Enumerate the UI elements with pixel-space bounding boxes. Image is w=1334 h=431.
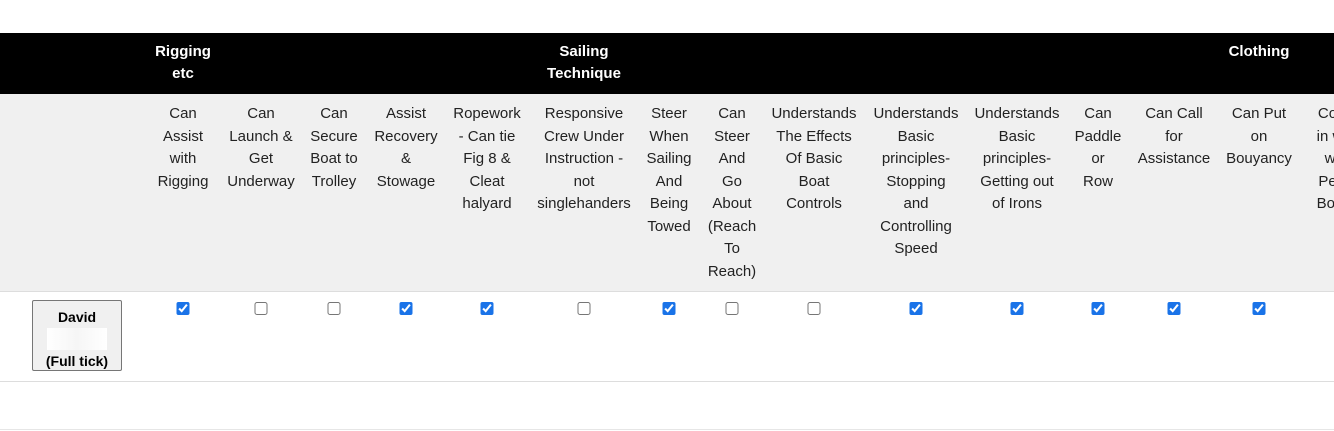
- skill-checkbox[interactable]: [399, 302, 413, 315]
- divider: [0, 429, 1334, 430]
- skill-checkbox[interactable]: [909, 302, 923, 315]
- category-rigging: Rigging etc: [155, 43, 211, 82]
- person-button-david[interactable]: David (Full tick): [32, 300, 122, 371]
- category-sailing-technique: Sailing Technique: [547, 43, 621, 82]
- column-header: Can Secure Boat to Trolley: [310, 105, 358, 190]
- skill-checkbox[interactable]: [1010, 302, 1024, 315]
- skill-checkbox[interactable]: [254, 302, 268, 315]
- tick-status: (Full tick): [45, 353, 109, 369]
- skill-checkbox[interactable]: [480, 302, 494, 315]
- column-header: Can Assist with Rigging: [157, 105, 209, 190]
- skill-checkbox[interactable]: [327, 302, 341, 315]
- skill-checkbox[interactable]: [725, 302, 739, 315]
- skill-checkbox[interactable]: [1252, 302, 1266, 315]
- skill-checkbox[interactable]: [1167, 302, 1181, 315]
- column-header: Can Steer And Go About (Reach To Reach): [707, 105, 757, 280]
- skill-checkbox[interactable]: [807, 302, 821, 315]
- skill-checkbox[interactable]: [577, 302, 591, 315]
- column-header: Can Launch & Get Underway: [227, 105, 295, 190]
- column-header: Understands Basic principles- Stopping a…: [873, 105, 959, 257]
- column-header: Ropework - Can tie Fig 8 & Cleat halyard: [453, 105, 521, 212]
- category-header-bar: Rigging etc Sailing Technique Clothing: [0, 33, 1334, 94]
- person-name: David: [57, 309, 97, 325]
- skill-checkbox[interactable]: [662, 302, 676, 315]
- table-row: David (Full tick): [0, 292, 1334, 382]
- column-header: Can Put on Bouyancy: [1226, 105, 1292, 167]
- category-clothing: Clothing: [1228, 43, 1290, 60]
- column-header: Responsive Crew Under Instruction - not …: [537, 105, 631, 212]
- column-header: Assist Recovery & Stowage: [374, 105, 438, 190]
- skill-checkbox[interactable]: [176, 302, 190, 315]
- skill-checkbox[interactable]: [1091, 302, 1105, 315]
- column-header: Can Call for Assistance: [1137, 105, 1211, 167]
- column-header: Can Paddle or Row: [1074, 105, 1122, 190]
- column-header: Understands The Effects Of Basic Boat Co…: [771, 105, 857, 212]
- column-header: Steer When Sailing And Being Towed: [646, 105, 692, 235]
- column-header: Cor in w w Per Bou: [1316, 105, 1334, 212]
- skill-column-headers: Can Assist with Rigging Can Launch & Get…: [0, 94, 1334, 292]
- column-header: Understands Basic principles- Getting ou…: [974, 105, 1060, 212]
- redacted-surname: [47, 328, 107, 350]
